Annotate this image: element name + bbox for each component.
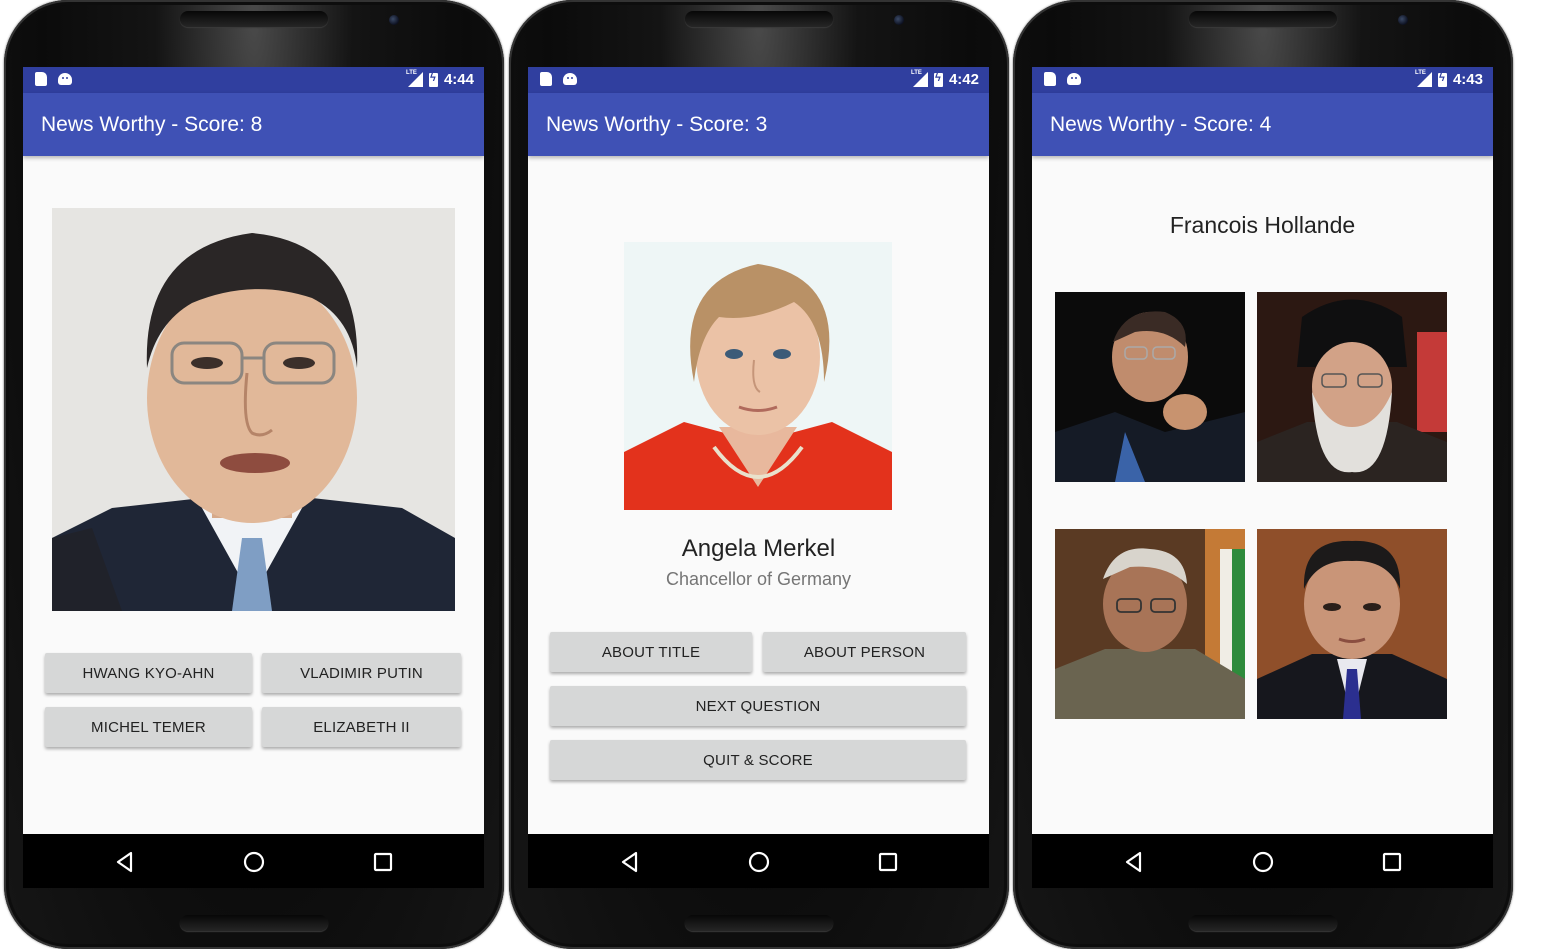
android-icon [58,73,72,85]
back-icon[interactable] [1120,848,1148,876]
back-icon[interactable] [616,848,644,876]
android-icon [563,73,577,85]
home-icon[interactable] [745,848,773,876]
front-camera [1398,15,1408,25]
portrait-illustration [1055,292,1245,482]
top-speaker [1189,11,1337,27]
recents-icon[interactable] [874,848,902,876]
person-photo [52,208,455,611]
person-title: Chancellor of Germany [665,569,852,589]
app-title: News Worthy - Score: 3 [546,113,768,136]
portrait-illustration [1055,529,1245,719]
answer-button-1[interactable]: HWANG KYO-AHN [45,653,252,693]
portrait-illustration [1257,292,1447,482]
phone-2-screen: LTE 4:42 News Worthy - Score: 3 Ang [528,67,989,888]
front-camera [389,15,399,25]
phone-2: LTE 4:42 News Worthy - Score: 3 Ang [509,0,1009,949]
lte-signal-icon: LTE [1415,70,1432,87]
battery-charging-icon [428,72,438,87]
app-bar: News Worthy - Score: 8 [23,93,484,156]
bottom-speaker [685,915,833,931]
status-bar: LTE 4:43 [1032,67,1493,93]
about-title-button[interactable]: ABOUT TITLE [550,632,752,672]
photo-choice-3[interactable] [1055,529,1245,719]
question-name: Francois Hollande [1169,212,1356,238]
phone-1: LTE 4:44 News Worthy - Score: 8 [4,0,504,949]
status-time: 4:43 [1452,71,1483,88]
recents-icon[interactable] [369,848,397,876]
answer-button-3[interactable]: MICHEL TEMER [45,707,252,747]
back-icon[interactable] [111,848,139,876]
navigation-bar [23,834,484,888]
sd-card-icon [35,72,47,86]
lte-signal-icon: LTE [911,70,928,87]
about-person-button[interactable]: ABOUT PERSON [763,632,966,672]
status-bar: LTE 4:42 [528,67,989,93]
navigation-bar [528,834,989,888]
navigation-bar [1032,834,1493,888]
photo-choice-1[interactable] [1055,292,1245,482]
top-speaker [685,11,833,27]
battery-charging-icon [933,72,943,87]
battery-charging-icon [1437,72,1447,87]
bottom-speaker [180,915,328,931]
status-time: 4:42 [948,71,979,88]
person-photo [624,242,892,510]
next-question-button[interactable]: NEXT QUESTION [550,686,966,726]
lte-signal-icon: LTE [406,70,423,87]
phone-3: LTE 4:43 News Worthy - Score: 4 Francois… [1013,0,1513,949]
top-speaker [180,11,328,27]
sd-card-icon [540,72,552,86]
photo-choice-2[interactable] [1257,292,1447,482]
phone-3-screen: LTE 4:43 News Worthy - Score: 4 Francois… [1032,67,1493,888]
answer-button-2[interactable]: VLADIMIR PUTIN [262,653,461,693]
home-icon[interactable] [1249,848,1277,876]
recents-icon[interactable] [1378,848,1406,876]
bottom-speaker [1189,915,1337,931]
sd-card-icon [1044,72,1056,86]
app-title: News Worthy - Score: 4 [1050,113,1272,136]
android-icon [1067,73,1081,85]
app-title: News Worthy - Score: 8 [41,113,263,136]
photo-choice-4[interactable] [1257,529,1447,719]
person-name: Angela Merkel [681,535,836,562]
app-bar: News Worthy - Score: 4 [1032,93,1493,156]
answer-button-4[interactable]: ELIZABETH II [262,707,461,747]
quit-score-button[interactable]: QUIT & SCORE [550,740,966,780]
front-camera [894,15,904,25]
app-bar: News Worthy - Score: 3 [528,93,989,156]
portrait-illustration [1257,529,1447,719]
home-icon[interactable] [240,848,268,876]
portrait-illustration [52,208,455,611]
portrait-illustration [624,242,892,510]
status-bar: LTE 4:44 [23,67,484,93]
phone-1-screen: LTE 4:44 News Worthy - Score: 8 [23,67,484,888]
status-time: 4:44 [443,71,474,88]
